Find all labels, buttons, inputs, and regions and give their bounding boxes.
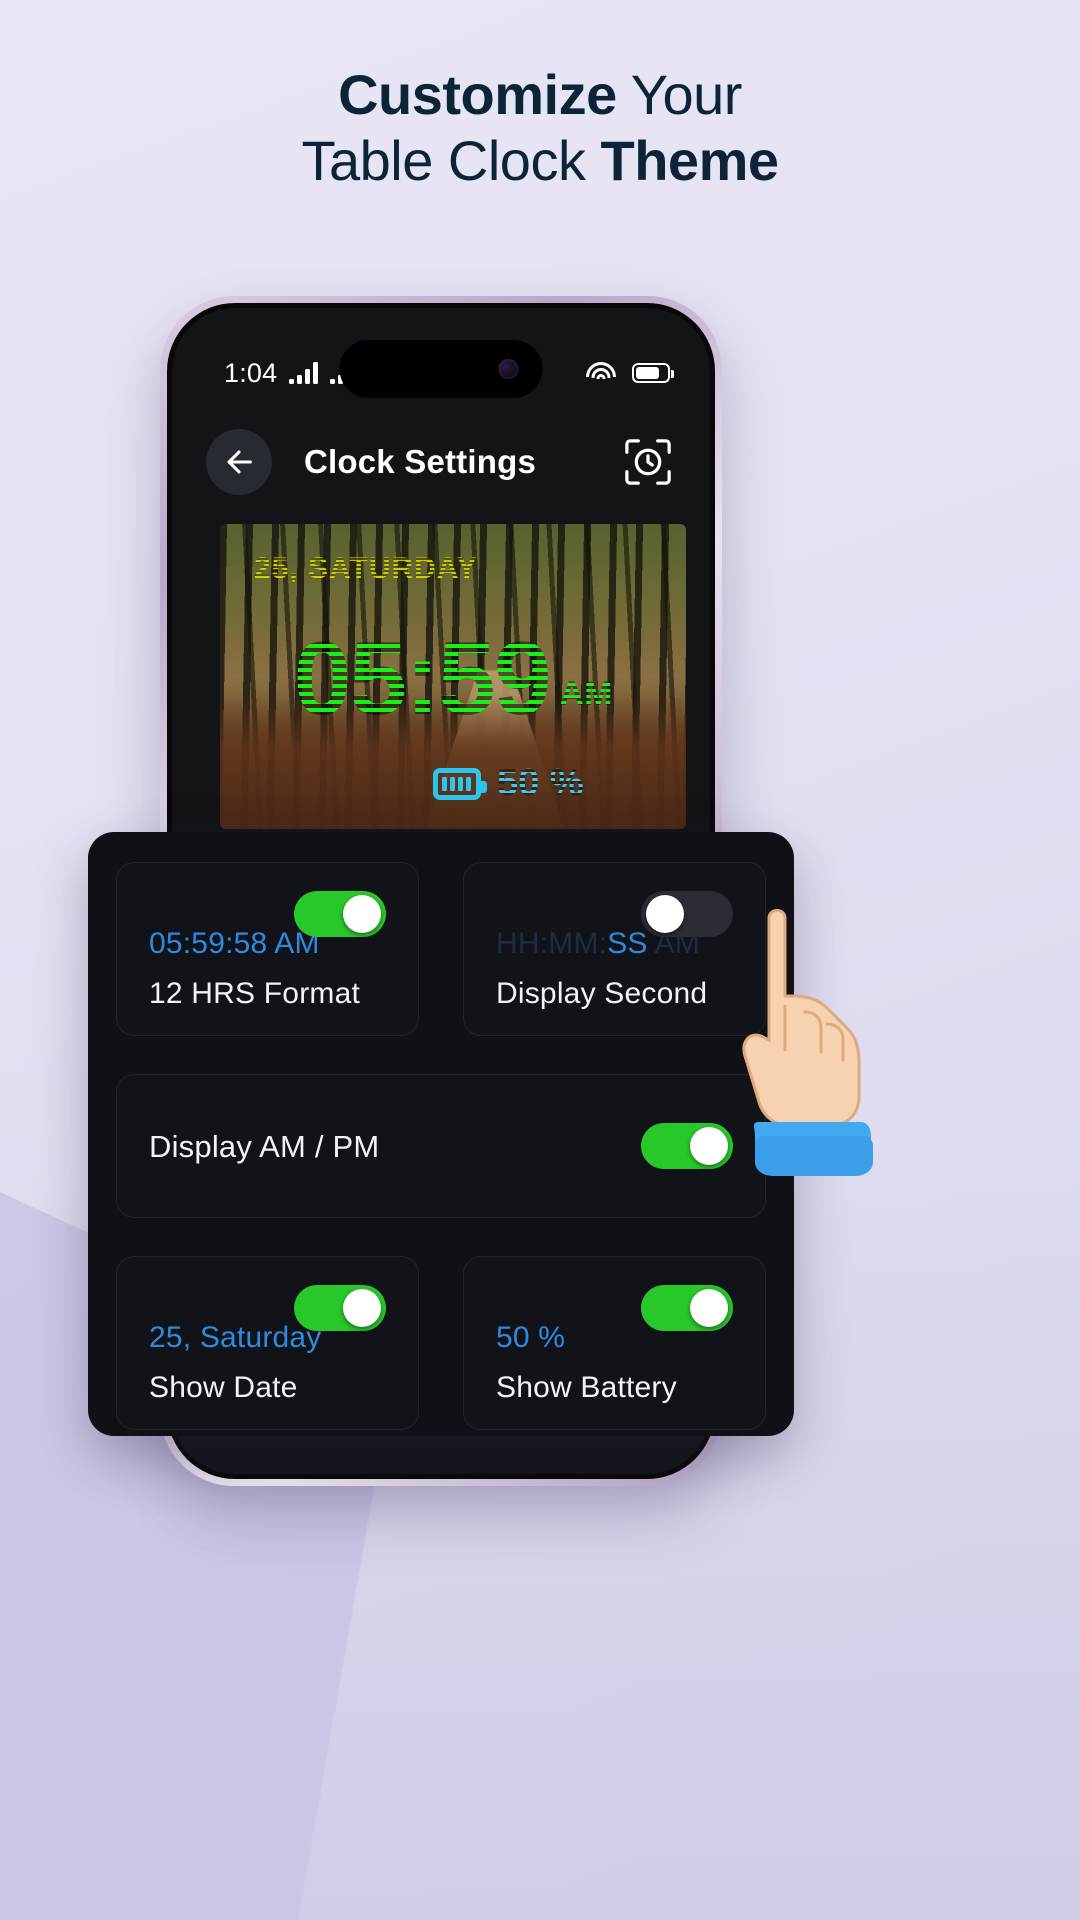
back-button[interactable] xyxy=(206,429,272,495)
settings-row-3: 25, Saturday Show Date 50 % Show Battery xyxy=(116,1256,766,1430)
setting-label-hours-format: 12 HRS Format xyxy=(149,977,360,1010)
preview-date: 25, SATURDAY xyxy=(254,552,478,585)
toggle-knob xyxy=(690,1127,728,1165)
pointing-hand-cursor xyxy=(735,900,885,1180)
battery-icon xyxy=(632,363,674,383)
dynamic-island xyxy=(339,340,543,398)
setting-label-show-battery: Show Battery xyxy=(496,1371,677,1404)
settings-panel: 05:59:58 AM 12 HRS Format HH:MM:SS AM Di… xyxy=(88,832,794,1436)
front-camera-icon xyxy=(498,359,519,379)
toggle-display-am-pm[interactable] xyxy=(641,1123,733,1169)
preview-battery-group: 50 % xyxy=(433,762,584,805)
clock-frame-button[interactable] xyxy=(620,434,676,490)
preview-ampm: AM xyxy=(560,675,613,728)
setting-value-bright-part: SS xyxy=(607,927,655,960)
setting-card-show-battery[interactable]: 50 % Show Battery xyxy=(463,1256,766,1430)
preview-battery-text: 50 % xyxy=(497,762,584,804)
headline-bold-2: Theme xyxy=(600,129,780,193)
wifi-icon xyxy=(586,362,616,384)
toggle-show-battery[interactable] xyxy=(641,1285,733,1331)
app-title: Clock Settings xyxy=(304,443,537,480)
signal-bars-icon xyxy=(289,362,319,384)
app-header: Clock Settings xyxy=(172,420,710,504)
battery-icon xyxy=(433,767,487,800)
toggle-show-date[interactable] xyxy=(294,1285,386,1331)
headline-rest-1: Your xyxy=(616,63,743,126)
pointing-hand-icon xyxy=(742,909,873,1176)
toggle-display-second[interactable] xyxy=(641,891,733,937)
setting-label-display-second: Display Second xyxy=(496,977,708,1010)
preview-time: 05:59 xyxy=(293,621,552,737)
status-bar-right xyxy=(586,362,674,384)
toggle-knob xyxy=(646,895,684,933)
setting-card-display-second[interactable]: HH:MM:SS AM Display Second xyxy=(463,862,766,1036)
toggle-knob xyxy=(343,895,381,933)
clock-frame-icon xyxy=(625,439,671,485)
settings-row-1: 05:59:58 AM 12 HRS Format HH:MM:SS AM Di… xyxy=(116,862,766,1036)
toggle-knob xyxy=(690,1289,728,1327)
headline-rest-2: Table Clock xyxy=(301,129,601,193)
status-bar-time: 1:04 xyxy=(224,357,278,388)
settings-row-2: Display AM / PM xyxy=(116,1074,766,1218)
setting-card-display-am-pm[interactable]: Display AM / PM xyxy=(116,1074,766,1218)
setting-card-show-date[interactable]: 25, Saturday Show Date xyxy=(116,1256,419,1430)
toggle-hours-format[interactable] xyxy=(294,891,386,937)
setting-card-hours-format[interactable]: 05:59:58 AM 12 HRS Format xyxy=(116,862,419,1036)
headline-bold-1: Customize xyxy=(338,63,617,126)
clock-preview[interactable]: 25, SATURDAY 05:59 AM 50 % xyxy=(220,524,686,829)
setting-value-dim-part: HH:MM: xyxy=(496,927,608,960)
arrow-left-icon xyxy=(227,450,252,474)
preview-time-group: 05:59 AM xyxy=(293,621,613,737)
page-title: Customize Your Table Clock Theme xyxy=(0,62,1080,194)
toggle-knob xyxy=(343,1289,381,1327)
setting-label-show-date: Show Date xyxy=(149,1371,298,1404)
